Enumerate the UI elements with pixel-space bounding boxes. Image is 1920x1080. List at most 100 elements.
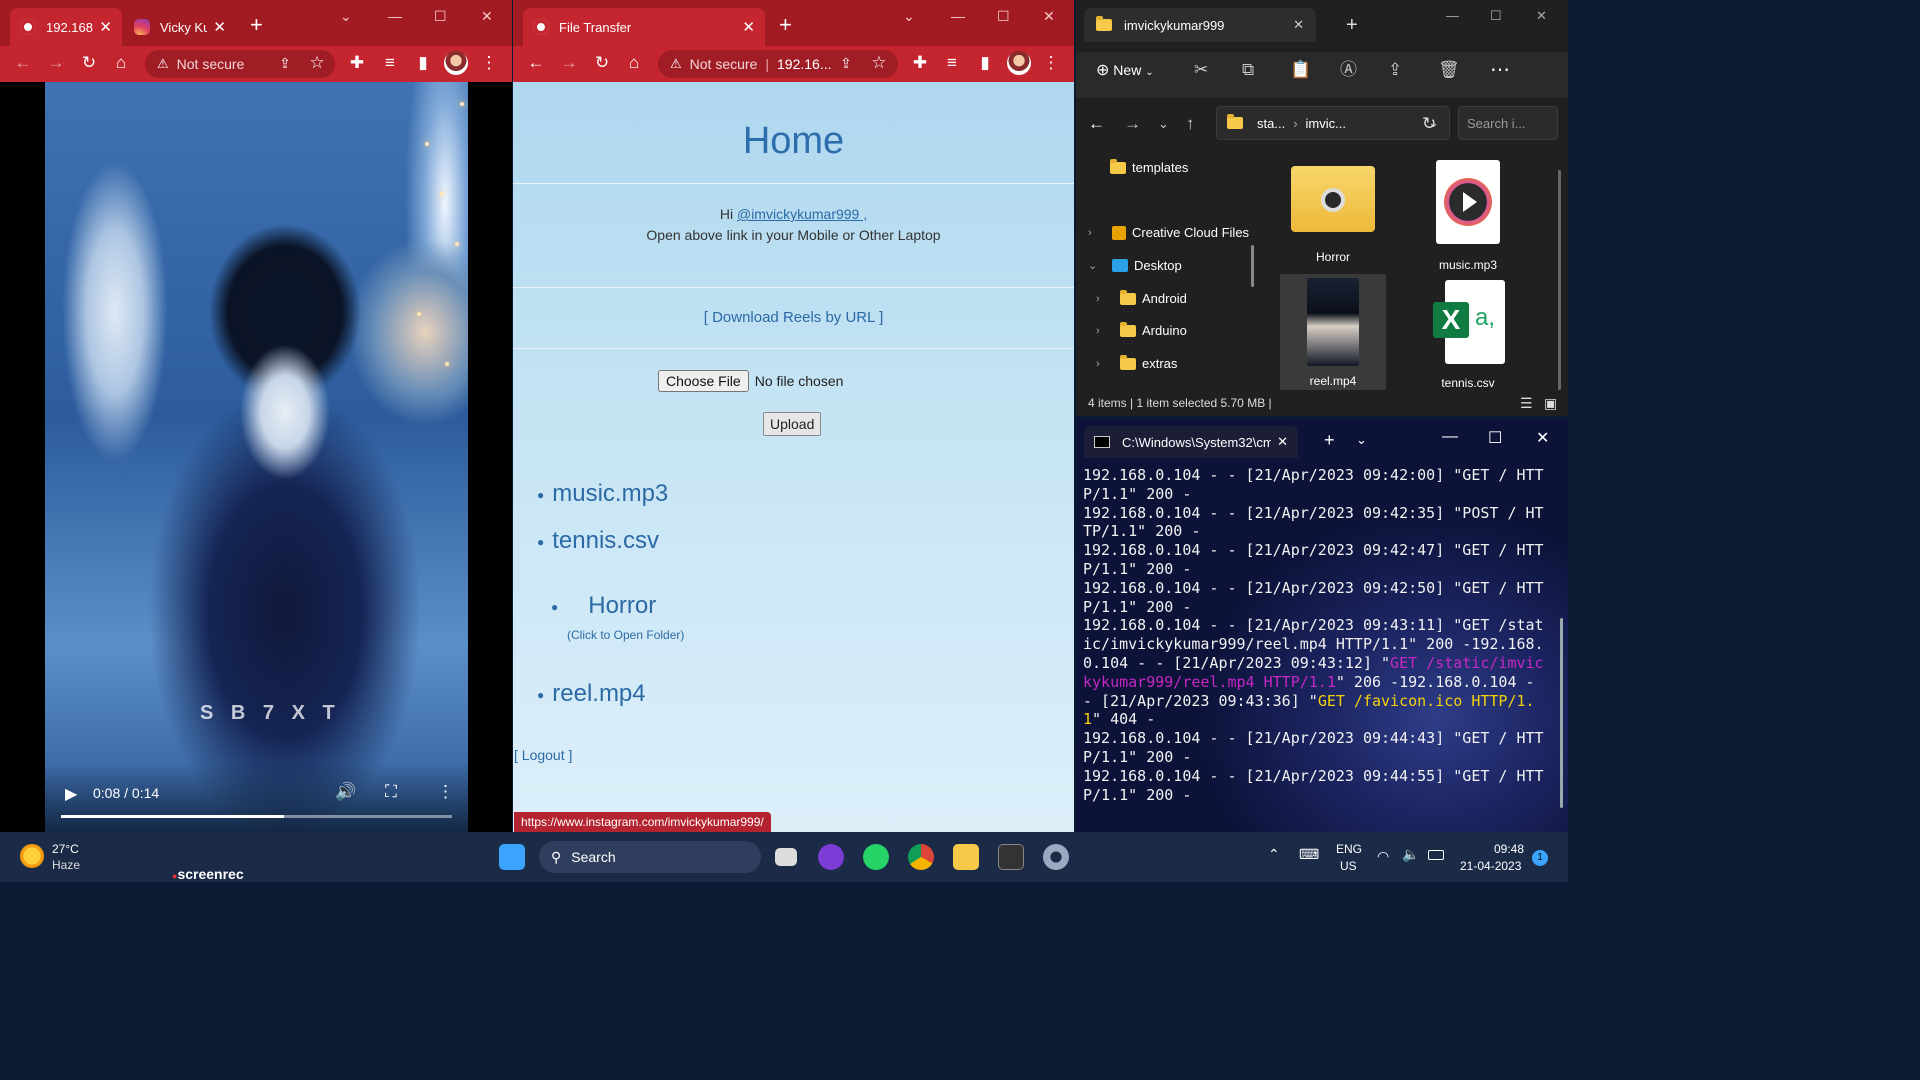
profile-avatar[interactable] xyxy=(444,51,468,75)
video-progress-bar[interactable] xyxy=(61,815,452,818)
home-icon[interactable]: ⌂ xyxy=(110,52,132,74)
bookmark-star-icon[interactable]: ☆ xyxy=(868,52,890,74)
chevron-right-icon[interactable]: › xyxy=(1088,227,1104,239)
rename-icon[interactable]: Ⓐ xyxy=(1340,60,1357,80)
forward-icon[interactable]: → xyxy=(558,52,580,74)
list-item[interactable]: ● reel.mp4 xyxy=(537,680,646,708)
details-view-icon[interactable]: ☰ xyxy=(1520,395,1533,412)
menu-icon[interactable]: ⋮ xyxy=(478,52,500,74)
explorer-tab[interactable]: imvickykumar999 ✕ xyxy=(1084,8,1316,42)
back-icon[interactable]: ← xyxy=(1088,114,1105,134)
recent-chevron-icon[interactable]: ⌄ xyxy=(1158,114,1169,134)
language-us[interactable]: US xyxy=(1340,859,1357,873)
maximize-icon[interactable]: ☐ xyxy=(1488,428,1502,448)
new-tab-button[interactable]: + xyxy=(250,14,263,36)
chevron-right-icon[interactable]: › xyxy=(1096,325,1112,337)
media-control-icon[interactable]: ≡ xyxy=(379,52,401,74)
terminal-output[interactable]: 192.168.0.104 - - [21/Apr/2023 09:42:00]… xyxy=(1083,466,1550,804)
breadcrumb-sta[interactable]: sta... xyxy=(1257,116,1285,131)
close-icon[interactable]: ✕ xyxy=(99,18,112,36)
terminal-tab[interactable]: C:\Windows\System32\cm ✕ xyxy=(1084,426,1298,458)
video-frame[interactable]: S B 7 X T xyxy=(45,82,468,832)
tree-item-desktop[interactable]: ⌄ Desktop xyxy=(1088,258,1182,273)
minimize-icon[interactable]: — xyxy=(951,8,965,24)
item-reel-file-selected[interactable]: reel.mp4 xyxy=(1280,274,1386,390)
copy-icon[interactable]: ⧉ xyxy=(1242,60,1254,80)
home-icon[interactable]: ⌂ xyxy=(623,52,645,74)
close-icon[interactable]: ✕ xyxy=(213,18,226,36)
reload-icon[interactable]: ↻ xyxy=(78,52,100,74)
tree-item-android[interactable]: › Android xyxy=(1096,289,1187,306)
reload-icon[interactable]: ↻ xyxy=(591,52,613,74)
tab-instagram[interactable]: Vicky Ku ✕ xyxy=(124,8,236,46)
download-reels-link[interactable]: [ Download Reels by URL ] xyxy=(513,309,1074,326)
file-link-tennis[interactable]: tennis.csv xyxy=(552,527,659,554)
close-window-icon[interactable]: ✕ xyxy=(1043,8,1055,25)
close-icon[interactable]: ✕ xyxy=(742,18,755,36)
list-item[interactable]: ● Horror xyxy=(551,592,656,620)
bookmark-star-icon[interactable]: ☆ xyxy=(306,52,328,74)
file-explorer-icon[interactable] xyxy=(953,844,979,870)
side-panel-icon[interactable]: ▮ xyxy=(974,52,996,74)
list-item[interactable]: ● tennis.csv xyxy=(537,527,659,555)
menu-icon[interactable]: ⋮ xyxy=(1040,52,1062,74)
delete-icon[interactable]: 🗑 xyxy=(1438,60,1460,80)
tree-scrollbar[interactable] xyxy=(1251,245,1254,287)
chrome-icon[interactable] xyxy=(908,844,934,870)
weather-condition[interactable]: Haze xyxy=(52,858,80,872)
new-tab-button[interactable]: + xyxy=(1324,430,1335,451)
wifi-icon[interactable]: ◠ xyxy=(1377,848,1389,865)
tab-local-server[interactable]: 192.168.( ✕ xyxy=(10,8,122,46)
video-player[interactable]: S B 7 X T ▶ 0:08 / 0:14 🔊 ⛶ ⋮ xyxy=(0,82,512,832)
weather-sun-icon[interactable] xyxy=(20,844,44,868)
terminal-scrollbar[interactable] xyxy=(1560,618,1563,808)
item-horror-folder[interactable]: Horror xyxy=(1280,160,1386,264)
address-bar[interactable]: ⚠ Not secure | 192.16... xyxy=(658,50,898,78)
up-icon[interactable]: ↑ xyxy=(1186,114,1195,134)
minimize-icon[interactable]: — xyxy=(388,8,402,24)
file-input[interactable]: Choose File No file chosen xyxy=(658,370,843,392)
close-icon[interactable]: ✕ xyxy=(1277,434,1288,450)
back-icon[interactable]: ← xyxy=(525,52,547,74)
chevron-down-icon[interactable]: ⌄ xyxy=(1088,259,1104,272)
media-control-icon[interactable]: ≡ xyxy=(941,52,963,74)
extensions-icon[interactable]: ✚ xyxy=(346,52,368,74)
share-icon[interactable]: ⇪ xyxy=(835,52,857,74)
tree-item-extras[interactable]: › extras xyxy=(1096,354,1177,371)
list-item[interactable]: ● music.mp3 xyxy=(537,480,668,508)
settings-gear-icon[interactable] xyxy=(1043,844,1069,870)
folder-link-horror[interactable]: Horror xyxy=(588,592,656,619)
file-link-music[interactable]: music.mp3 xyxy=(552,480,668,507)
show-hidden-icons-chevron[interactable]: ⌃ xyxy=(1268,846,1280,863)
tab-search-chevron-icon[interactable]: ⌄ xyxy=(340,8,352,25)
upload-button[interactable]: Upload xyxy=(763,412,822,436)
maximize-icon[interactable]: ☐ xyxy=(997,8,1010,25)
share-icon[interactable]: ⇪ xyxy=(274,52,296,74)
maximize-icon[interactable]: ☐ xyxy=(1490,8,1502,24)
new-tab-button[interactable]: + xyxy=(1346,14,1358,37)
notification-badge[interactable]: 1 xyxy=(1532,850,1548,866)
search-input[interactable]: Search i... xyxy=(1458,106,1558,140)
windows-start-icon[interactable] xyxy=(499,844,525,870)
close-icon[interactable]: ✕ xyxy=(1293,17,1304,33)
cut-icon[interactable]: ✂ xyxy=(1194,60,1208,80)
taskbar-search[interactable]: ⚲ Search xyxy=(539,841,761,873)
refresh-icon[interactable]: ↻ xyxy=(1422,114,1436,134)
address-bar[interactable]: sta... › imvic... ⌄ xyxy=(1216,106,1450,140)
logout-link[interactable]: [ Logout ] xyxy=(514,747,572,763)
paste-icon[interactable]: 📋 xyxy=(1290,60,1311,80)
clock-time[interactable]: 09:48 xyxy=(1494,842,1524,856)
item-tennis-csv[interactable]: Xa, tennis.csv xyxy=(1415,280,1521,390)
tree-item-arduino[interactable]: › Arduino xyxy=(1096,321,1187,338)
language-eng[interactable]: ENG xyxy=(1336,842,1362,856)
item-music-file[interactable]: music.mp3 xyxy=(1415,160,1521,272)
choose-file-button[interactable]: Choose File xyxy=(658,370,749,392)
tiles-view-icon[interactable]: ▣ xyxy=(1544,395,1557,412)
more-icon[interactable]: ⋯ xyxy=(1490,60,1510,80)
user-link[interactable]: @imvickykumar999 , xyxy=(737,206,867,222)
forward-icon[interactable]: → xyxy=(1124,114,1141,134)
volume-icon[interactable]: 🔊 xyxy=(335,782,356,802)
chevron-right-icon[interactable]: › xyxy=(1096,293,1112,305)
forward-icon[interactable]: → xyxy=(45,52,67,74)
fullscreen-icon[interactable]: ⛶ xyxy=(385,782,397,802)
